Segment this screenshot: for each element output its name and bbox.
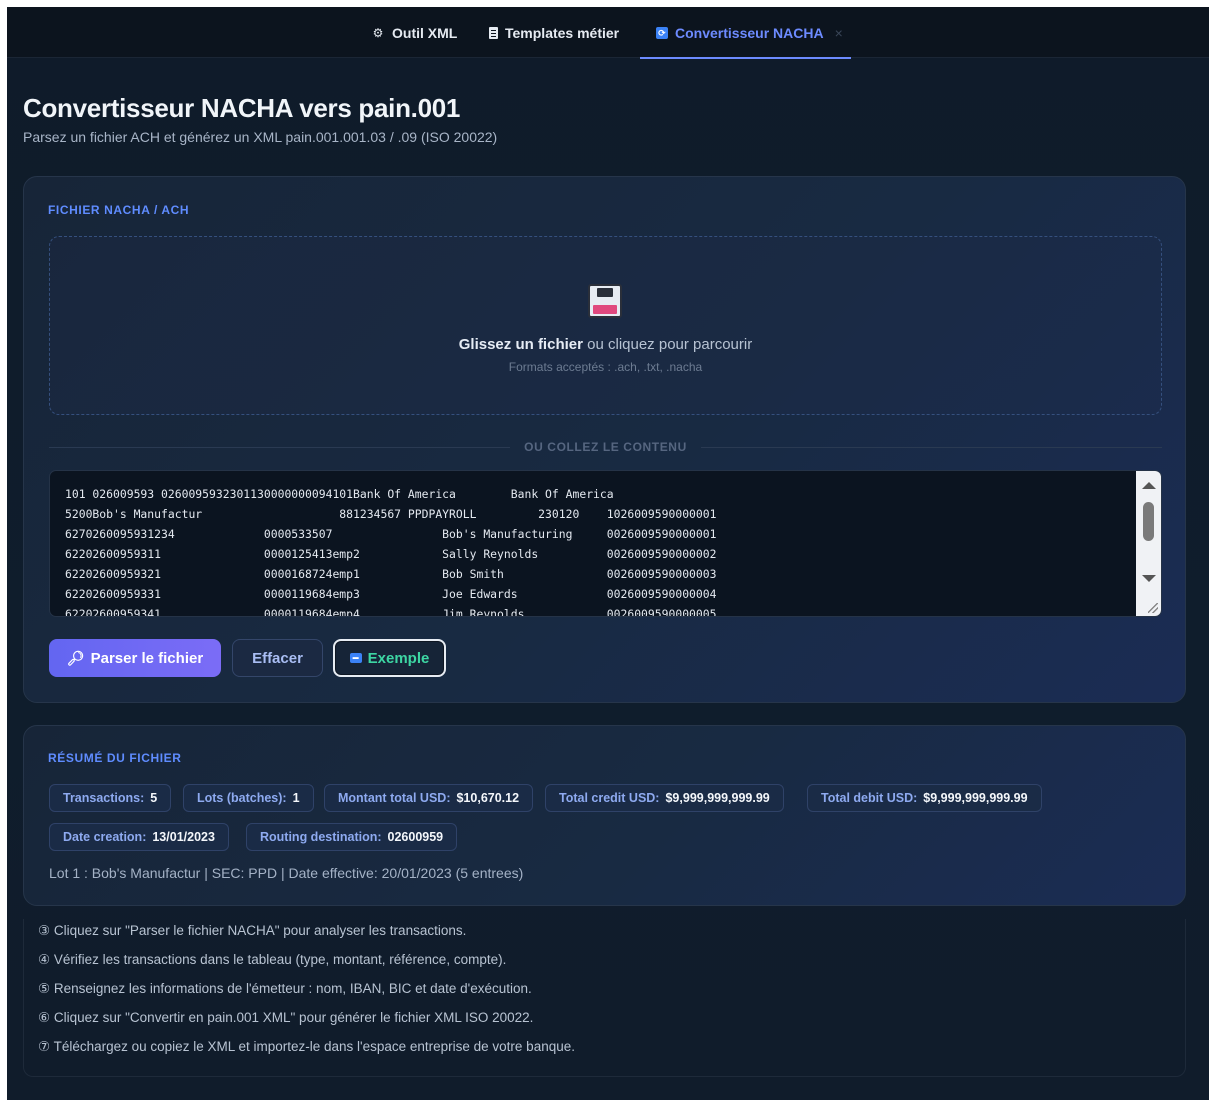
dropzone-bold: Glissez un fichier	[458, 336, 583, 353]
dropzone-text: Glissez un fichier ou cliquez pour parco…	[50, 336, 1161, 353]
nacha-content-textarea[interactable]: 101 026009593 02600959323011300000000941…	[49, 470, 1162, 617]
scroll-up-arrow-icon[interactable]	[1142, 482, 1156, 489]
summary-section-title: RÉSUMÉ DU FICHIER	[48, 751, 182, 765]
clear-label: Effacer	[252, 649, 303, 667]
pill-value: 13/01/2023	[152, 830, 215, 844]
tab-outil-xml[interactable]: ⚙ Outil XML	[371, 7, 458, 58]
summary-pill-creation-date: Date creation: 13/01/2023	[49, 823, 229, 851]
new-badge-icon: ▬	[349, 653, 362, 663]
magnifier-icon: 🔎︎	[66, 649, 85, 666]
app-window: ⚙ Outil XML Templates métier ⟳ Convertis…	[7, 7, 1209, 1100]
floppy-disk-icon	[588, 284, 622, 318]
converter-icon: ⟳	[656, 26, 668, 39]
instruction-step: ⑦ Téléchargez ou copiez le XML et import…	[38, 1039, 575, 1054]
page-subtitle: Parsez un fichier ACH et générez un XML …	[23, 129, 498, 145]
pill-value: 02600959	[387, 830, 444, 844]
instruction-step: ⑤ Renseignez les informations de l'émett…	[38, 981, 532, 996]
gear-icon: ⚙	[372, 25, 384, 40]
nacha-content-text: 101 026009593 02600959323011300000000941…	[65, 487, 717, 617]
upload-section-title: FICHIER NACHA / ACH	[48, 203, 190, 217]
pill-value: $9,999,999,999.99	[665, 791, 770, 805]
paste-divider: OU COLLEZ LE CONTENU	[49, 440, 1163, 454]
instructions-list: ③ Cliquez sur "Parser le fichier NACHA" …	[23, 919, 1186, 1077]
scroll-down-arrow-icon[interactable]	[1142, 575, 1156, 582]
scrollbar-thumb[interactable]	[1143, 502, 1154, 541]
pill-key: Total debit USD:	[821, 791, 918, 805]
summary-pill-total-debit: Total debit USD: $9,999,999,999.99	[807, 784, 1042, 812]
summary-pill-batches: Lots (batches): 1	[183, 784, 314, 812]
resize-grip-icon[interactable]	[1148, 603, 1158, 613]
summary-pill-transactions: Transactions: 5	[49, 784, 172, 812]
pill-value: $10,670.12	[456, 791, 520, 805]
pill-key: Date creation:	[63, 830, 147, 844]
clipboard-icon	[489, 26, 498, 39]
clear-button[interactable]: Effacer	[232, 639, 323, 677]
instruction-step: ⑥ Cliquez sur "Convertir en pain.001 XML…	[38, 1010, 534, 1025]
page-title: Convertisseur NACHA vers pain.001	[23, 93, 461, 123]
example-button[interactable]: ▬ Exemple	[333, 639, 446, 677]
tab-label: Templates métier	[505, 24, 620, 41]
summary-pill-total-credit: Total credit USD: $9,999,999,999.99	[545, 784, 784, 812]
tab-label: Convertisseur NACHA	[675, 24, 824, 41]
divider-label: OU COLLEZ LE CONTENU	[524, 440, 687, 454]
tab-templates-metier[interactable]: Templates métier	[489, 7, 619, 58]
pill-key: Montant total USD:	[338, 791, 451, 805]
parse-label: Parser le fichier	[90, 649, 204, 667]
summary-pill-routing: Routing destination: 02600959	[246, 823, 458, 851]
pill-key: Transactions:	[63, 791, 145, 805]
file-dropzone[interactable]: Glissez un fichier ou cliquez pour parco…	[49, 236, 1162, 415]
instruction-step: ③ Cliquez sur "Parser le fichier NACHA" …	[38, 923, 467, 938]
summary-pill-total-amount: Montant total USD: $10,670.12	[324, 784, 534, 812]
divider-line	[700, 446, 1163, 448]
tab-bar: ⚙ Outil XML Templates métier ⟳ Convertis…	[7, 7, 1209, 59]
parse-file-button[interactable]: 🔎︎ Parser le fichier	[49, 639, 221, 677]
textarea-scrollbar[interactable]	[1136, 471, 1161, 616]
pill-value: 5	[150, 791, 158, 805]
example-label: Exemple	[367, 649, 430, 667]
close-icon[interactable]: ×	[835, 25, 843, 41]
pill-key: Total credit USD:	[559, 791, 660, 805]
pill-value: 1	[292, 791, 300, 805]
tab-label: Outil XML	[392, 24, 458, 41]
pill-key: Routing destination:	[260, 830, 382, 844]
formats-hint: Formats acceptés : .ach, .txt, .nacha	[508, 360, 703, 374]
summary-card: RÉSUMÉ DU FICHIER Transactions: 5 Lots (…	[23, 725, 1186, 906]
divider-line	[49, 446, 511, 448]
pill-key: Lots (batches):	[197, 791, 287, 805]
upload-card: FICHIER NACHA / ACH Glissez un fichier o…	[23, 176, 1186, 703]
lot-summary-line: Lot 1 : Bob's Manufactur | SEC: PPD | Da…	[49, 865, 524, 881]
instruction-step: ④ Vérifiez les transactions dans le tabl…	[38, 952, 507, 967]
pill-value: $9,999,999,999.99	[923, 791, 1028, 805]
dropzone-rest: ou cliquez pour parcourir	[582, 336, 753, 353]
tab-convertisseur-nacha[interactable]: ⟳ Convertisseur NACHA ×	[640, 7, 851, 59]
